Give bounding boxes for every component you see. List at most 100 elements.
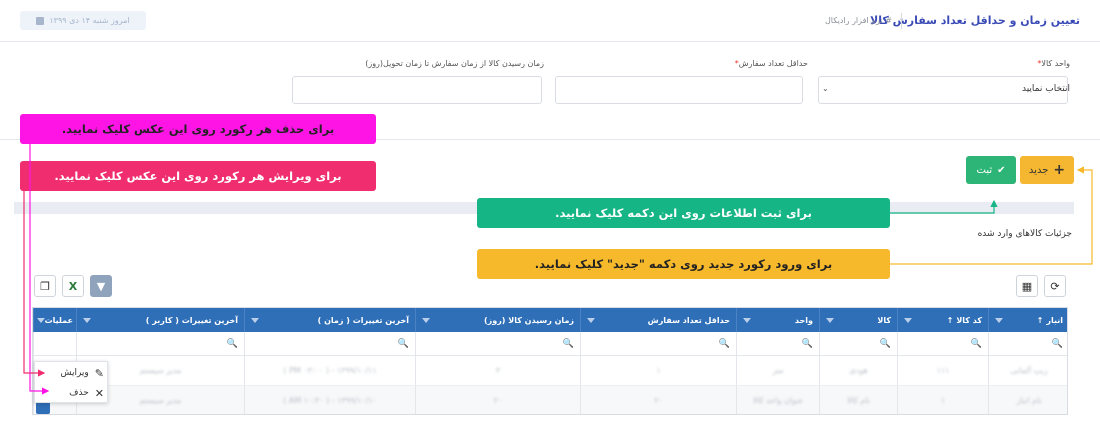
copy-icon[interactable]: ❐ — [34, 275, 56, 297]
table-cell: ۱۳۹۹/۱۰/۱۱ - ( PM ۰۳:۰۰ ) — [244, 356, 415, 385]
table-cell: ۱۳۹۹/۱۰/۱۰ - ( AM ۱۰:۳۰ ) — [244, 386, 415, 414]
col-header-actions: عملیات — [33, 308, 76, 332]
check-icon: ✔ — [997, 164, 1006, 176]
grid-filter-row: 🔍 🔍 🔍 🔍 🔍 🔍 🔍 🔍 — [33, 332, 1067, 356]
search-icon: 🔍 — [801, 338, 813, 349]
table-cell: ۱ — [580, 356, 736, 385]
search-icon: 🔍 — [226, 338, 238, 349]
calendar-icon — [36, 16, 45, 25]
col-header-label: حداقل تعداد سفارش — [647, 315, 730, 325]
table-cell: نام کالا — [819, 386, 897, 414]
col-header-label: عملیات — [44, 315, 73, 325]
callout-delete-hint: برای حذف هر رکورد روی این عکس کلیک نمایی… — [20, 114, 376, 144]
col-header-unit[interactable]: واحد — [736, 308, 819, 332]
col-header-label: زمان رسیدن کالا (روز) — [483, 315, 574, 325]
connector-new — [890, 166, 1093, 265]
data-grid: انبار↑ کد کالا↑ کالا واحد حداقل تعداد سف… — [32, 307, 1068, 415]
col-header-warehouse[interactable]: انبار↑ — [988, 308, 1067, 332]
excel-export-icon[interactable]: X — [62, 275, 84, 297]
filter-input-last-change-user[interactable]: 🔍 — [76, 332, 244, 355]
table-cell: نام انبار — [988, 386, 1067, 414]
column-filter-icon[interactable] — [422, 317, 430, 323]
table-cell: ۱ — [897, 386, 988, 414]
col-header-label: کد کالا↑ — [946, 315, 982, 325]
col-header-label: کالا — [877, 315, 891, 325]
lead-time-label: زمان رسیدن کالا از زمان سفارش تا زمان تح… — [365, 59, 544, 68]
unit-label: واحد کالا* — [1037, 59, 1070, 68]
save-button[interactable]: ✔ ثبت — [966, 156, 1016, 184]
column-filter-icon[interactable] — [36, 317, 45, 323]
filter-input-product-code[interactable]: 🔍 — [897, 332, 988, 355]
search-icon: 🔍 — [397, 338, 409, 349]
edit-menu-item[interactable]: ویرایش ✎ — [35, 363, 109, 383]
plus-icon: + — [1053, 162, 1066, 178]
col-header-label: واحد — [794, 315, 813, 325]
col-header-label: آخرین تغییرات ( کاربر ) — [145, 315, 238, 325]
col-header-last-change-time[interactable]: آخرین تغییرات ( زمان ) — [244, 308, 415, 332]
search-icon: 🔍 — [879, 338, 891, 349]
column-filter-icon[interactable] — [251, 317, 259, 323]
table-cell: ۲۰ — [580, 386, 736, 414]
search-icon: 🔍 — [562, 338, 574, 349]
save-button-label: ثبت — [976, 164, 993, 176]
new-button[interactable]: + جدید — [1020, 156, 1074, 184]
sort-asc-icon[interactable]: ↑ — [1037, 316, 1044, 325]
section-title: جزئیات کالاهای وارد شده — [977, 229, 1072, 239]
new-button-label: جدید — [1028, 164, 1049, 176]
col-header-product-code[interactable]: کد کالا↑ — [897, 308, 988, 332]
filter-icon[interactable]: ▼ — [90, 275, 112, 297]
table-cell: ۲۰ — [415, 386, 580, 414]
row-actions-menu: ویرایش ✎ حذف ✕ — [34, 361, 108, 403]
date-text: امروز شنبه ۱۴ دی ۱۳۹۹ — [49, 16, 130, 25]
delete-menu-label: حذف — [69, 388, 89, 398]
callout-edit-hint: برای ویرایش هر رکورد روی این عکس کلیک نم… — [20, 161, 376, 191]
lead-time-input[interactable] — [292, 76, 542, 104]
pencil-icon: ✎ — [94, 366, 104, 380]
filter-input-product[interactable]: 🔍 — [819, 332, 897, 355]
row-actions-button[interactable] — [36, 402, 50, 414]
chevron-down-icon[interactable]: ⌄ — [822, 84, 829, 93]
col-header-lead-time[interactable]: زمان رسیدن کالا (روز) — [415, 308, 580, 332]
table-row[interactable]: نام انبار ۱ نام کالا عنوان واحد کالا ۲۰ … — [33, 386, 1067, 414]
delete-menu-item[interactable]: حذف ✕ — [35, 383, 109, 403]
table-row[interactable]: زیپ آلمانی ۱۱۱ هودی متر ۱ ۳ ۱۳۹۹/۱۰/۱۱ -… — [33, 356, 1067, 386]
column-filter-icon[interactable] — [904, 317, 912, 323]
column-filter-icon[interactable] — [826, 317, 834, 323]
close-icon: ✕ — [94, 386, 104, 400]
filter-input-min-qty[interactable]: 🔍 — [580, 332, 736, 355]
col-header-label: آخرین تغییرات ( زمان ) — [317, 315, 409, 325]
filter-input-unit[interactable]: 🔍 — [736, 332, 819, 355]
min-qty-label-text: حداقل تعداد سفارش — [738, 59, 808, 68]
column-filter-icon[interactable] — [995, 317, 1003, 323]
col-header-min-qty[interactable]: حداقل تعداد سفارش — [580, 308, 736, 332]
column-filter-icon[interactable] — [587, 317, 595, 323]
filter-cell-actions — [33, 332, 76, 355]
filter-input-warehouse[interactable]: 🔍 — [988, 332, 1067, 355]
sort-asc-icon[interactable]: ↑ — [947, 316, 954, 325]
columns-icon[interactable]: ▦ — [1016, 275, 1038, 297]
filter-input-last-change-time[interactable]: 🔍 — [244, 332, 415, 355]
unit-label-text: واحد کالا — [1041, 59, 1070, 68]
callout-save-hint: برای ثبت اطلاعات روی این دکمه کلیک نمایی… — [477, 198, 890, 228]
edit-menu-label: ویرایش — [60, 368, 89, 378]
table-cell: عنوان واحد کالا — [736, 386, 819, 414]
search-icon: 🔍 — [1051, 338, 1063, 349]
grid-header-row: انبار↑ کد کالا↑ کالا واحد حداقل تعداد سف… — [33, 308, 1067, 332]
min-qty-input[interactable] — [555, 76, 803, 104]
table-cell: ۳ — [415, 356, 580, 385]
refresh-icon[interactable]: ⟳ — [1044, 275, 1066, 297]
unit-select-value: انتخاب نمایید — [1021, 84, 1070, 94]
date-chip: امروز شنبه ۱۴ دی ۱۳۹۹ — [20, 11, 146, 30]
column-filter-icon[interactable] — [83, 317, 91, 323]
table-cell: ۱۱۱ — [897, 356, 988, 385]
search-icon: 🔍 — [970, 338, 982, 349]
breadcrumb: # نرم افزار رادیکال — [824, 16, 892, 25]
search-icon: 🔍 — [718, 338, 730, 349]
col-header-product[interactable]: کالا — [819, 308, 897, 332]
table-cell: زیپ آلمانی — [988, 356, 1067, 385]
col-header-last-change-user[interactable]: آخرین تغییرات ( کاربر ) — [76, 308, 244, 332]
col-header-label: انبار↑ — [1036, 315, 1063, 325]
column-filter-icon[interactable] — [743, 317, 751, 323]
callout-new-hint: برای ورود رکورد جدید روی دکمه "جدید" کلی… — [477, 249, 890, 279]
filter-input-lead-time[interactable]: 🔍 — [415, 332, 580, 355]
